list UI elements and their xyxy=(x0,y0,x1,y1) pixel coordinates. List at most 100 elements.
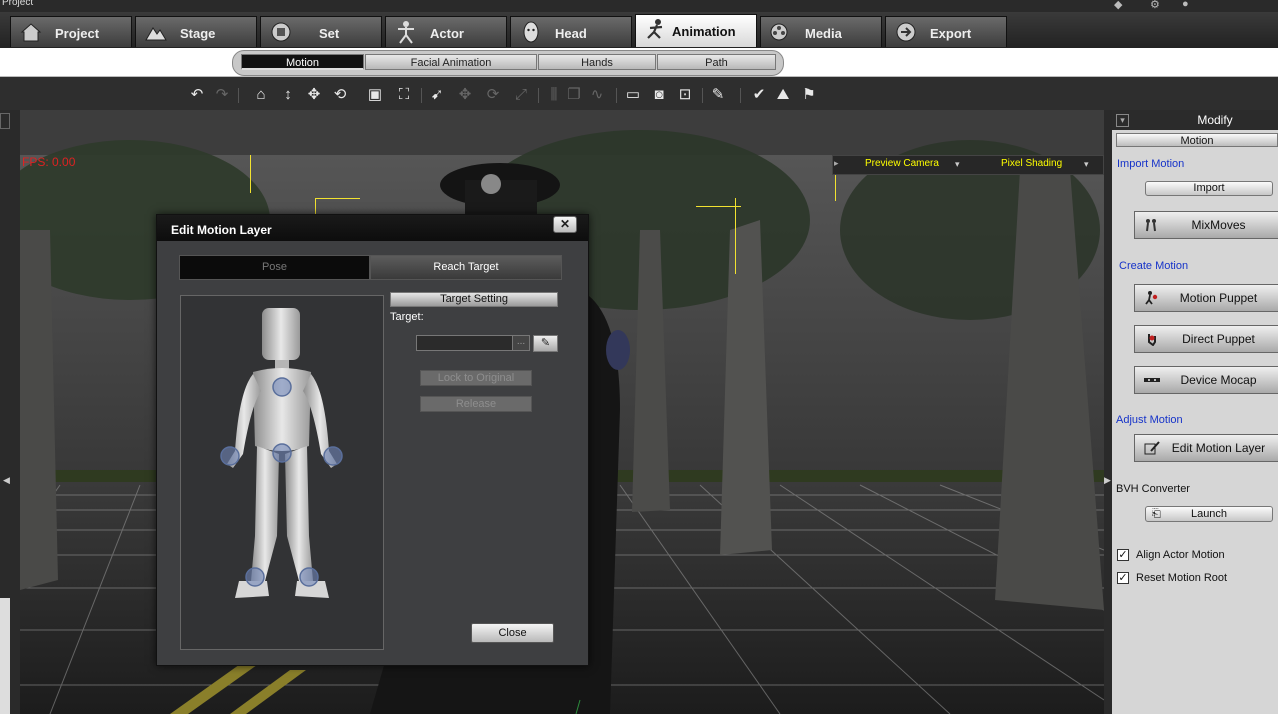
check-icon[interactable]: ✔ xyxy=(750,86,768,104)
edit-layer-icon xyxy=(1144,441,1160,455)
terrain-icon[interactable]: ⛰ xyxy=(774,86,792,104)
left-hand-effector[interactable] xyxy=(220,446,240,466)
flag-icon[interactable]: ⚑ xyxy=(800,86,818,104)
chest-effector[interactable] xyxy=(272,377,292,397)
help-icon[interactable]: ● xyxy=(1182,0,1194,10)
toolbar-separator xyxy=(740,88,741,103)
selection-marker xyxy=(735,198,736,274)
tab-label: Head xyxy=(555,26,587,41)
adjust-motion-section: Adjust Motion xyxy=(1116,414,1183,426)
align-actor-motion-label: Align Actor Motion xyxy=(1136,549,1225,561)
camera-icon[interactable]: ◙ xyxy=(650,86,668,104)
subtab-motion[interactable]: Motion xyxy=(241,54,364,70)
curve-icon[interactable]: ∿ xyxy=(588,86,606,104)
tab-pose[interactable]: Pose xyxy=(179,255,370,280)
target-browse-button[interactable]: ... xyxy=(512,335,530,351)
redo-icon[interactable]: ↷ xyxy=(213,86,231,104)
left-foot-effector[interactable] xyxy=(245,567,265,587)
tab-media[interactable]: Media xyxy=(760,16,882,47)
target-input[interactable] xyxy=(416,335,514,351)
launch-icon: ⎗ xyxy=(1152,508,1161,520)
device-mocap-button[interactable]: Device Mocap xyxy=(1134,366,1278,394)
fit-view-icon[interactable]: ⛶ xyxy=(395,86,413,104)
mixmoves-button[interactable]: MixMoves xyxy=(1134,211,1278,239)
tab-export[interactable]: Export xyxy=(885,16,1007,47)
close-icon[interactable]: ✕ xyxy=(553,216,577,233)
rotate-icon[interactable]: ⟲ xyxy=(331,86,349,104)
move-icon[interactable]: ✥ xyxy=(305,86,323,104)
bvh-converter-section: BVH Converter xyxy=(1116,483,1190,495)
motion-puppet-button[interactable]: Motion Puppet xyxy=(1134,284,1278,312)
move-vertical-icon[interactable]: ↕ xyxy=(279,86,297,104)
tab-set[interactable]: Set xyxy=(260,16,382,47)
motion-puppet-icon xyxy=(1145,291,1158,305)
close-button[interactable]: Close xyxy=(471,623,554,643)
copy-icon[interactable]: ❐ xyxy=(565,86,583,104)
media-icon xyxy=(770,23,788,41)
arrow-left-icon[interactable]: ◀ xyxy=(3,475,10,486)
dialog-title-bar[interactable]: Edit Motion Layer xyxy=(157,215,588,241)
toolbar-separator xyxy=(616,88,617,103)
scroll-strip[interactable] xyxy=(0,598,10,714)
tab-label: Actor xyxy=(430,26,464,41)
subtab-facial-animation[interactable]: Facial Animation xyxy=(365,54,537,70)
tab-animation[interactable]: Animation xyxy=(635,14,757,47)
layers-icon[interactable]: ▣ xyxy=(366,86,384,104)
scale-icon[interactable]: ⤢ xyxy=(512,86,530,104)
camera-select[interactable]: Preview Camera xyxy=(865,158,939,169)
animation-icon xyxy=(647,19,663,39)
reset-motion-root-checkbox[interactable]: ✓ xyxy=(1117,572,1129,584)
toolbar-separator xyxy=(538,88,539,103)
right-hand-effector[interactable] xyxy=(323,446,343,466)
lock-to-original-button[interactable]: Lock to Original xyxy=(420,370,532,386)
project-icon xyxy=(20,23,42,42)
eyedropper-icon[interactable]: ✎ xyxy=(533,335,558,352)
window-icon[interactable]: ▭ xyxy=(624,86,642,104)
tab-label: Stage xyxy=(180,26,216,41)
align-icon[interactable]: ⫼ xyxy=(545,86,563,104)
home-icon[interactable]: ⌂ xyxy=(252,86,270,104)
left-splitter[interactable]: ◀ xyxy=(0,110,20,714)
wave-icon[interactable]: ◆ xyxy=(1114,0,1126,11)
direct-puppet-button[interactable]: Direct Puppet xyxy=(1134,325,1278,353)
render-icon[interactable]: ✎ xyxy=(709,86,727,104)
collapse-icon[interactable] xyxy=(0,113,10,129)
tab-stage[interactable]: Stage xyxy=(135,16,257,47)
title-bar: Project ◆ ⚙ ● xyxy=(0,0,1278,12)
align-actor-motion-checkbox[interactable]: ✓ xyxy=(1117,549,1129,561)
tab-label: Export xyxy=(930,26,972,41)
tab-actor[interactable]: Actor xyxy=(385,16,507,47)
tab-label: Project xyxy=(55,26,100,41)
right-splitter[interactable]: ▶ xyxy=(1104,110,1112,714)
frame-icon[interactable]: ⊡ xyxy=(676,86,694,104)
panel-title: Modify xyxy=(1197,113,1233,127)
select-icon[interactable]: ➹ xyxy=(428,86,446,104)
right-foot-effector[interactable] xyxy=(299,567,319,587)
edit-motion-layer-button[interactable]: Edit Motion Layer xyxy=(1134,434,1278,462)
gear-icon[interactable]: ⚙ xyxy=(1150,0,1162,11)
shading-select[interactable]: Pixel Shading xyxy=(1001,158,1062,169)
import-motion-section: Import Motion xyxy=(1117,158,1185,170)
stage-icon xyxy=(145,27,167,41)
subtab-path[interactable]: Path xyxy=(657,54,776,70)
hip-effector[interactable] xyxy=(272,443,292,463)
panel-header: ▾ Modify xyxy=(1112,110,1278,130)
chevron-down-icon[interactable]: ▾ xyxy=(955,159,960,170)
launch-button[interactable]: ⎗ Launch xyxy=(1145,506,1273,522)
rotate-disabled-icon[interactable]: ⟳ xyxy=(484,86,502,104)
tab-project[interactable]: Project xyxy=(10,16,132,47)
chevron-down-icon[interactable]: ▾ xyxy=(1084,159,1089,170)
expand-icon[interactable]: ▸ xyxy=(834,158,839,169)
set-icon xyxy=(271,22,291,42)
window-title: Project xyxy=(2,0,34,8)
tab-reach-target[interactable]: Reach Target xyxy=(370,255,562,280)
modify-panel: ▾ Modify Motion Import Motion Import Mix… xyxy=(1112,110,1278,714)
import-button[interactable]: Import xyxy=(1145,181,1273,196)
undo-icon[interactable]: ↶ xyxy=(188,86,206,104)
transform-icon[interactable]: ✥ xyxy=(456,86,474,104)
release-button[interactable]: Release xyxy=(420,396,532,412)
arrow-right-icon[interactable]: ▶ xyxy=(1104,475,1111,486)
subtab-hands[interactable]: Hands xyxy=(538,54,656,70)
toolbar-separator xyxy=(238,88,239,103)
tab-head[interactable]: Head xyxy=(510,16,632,47)
